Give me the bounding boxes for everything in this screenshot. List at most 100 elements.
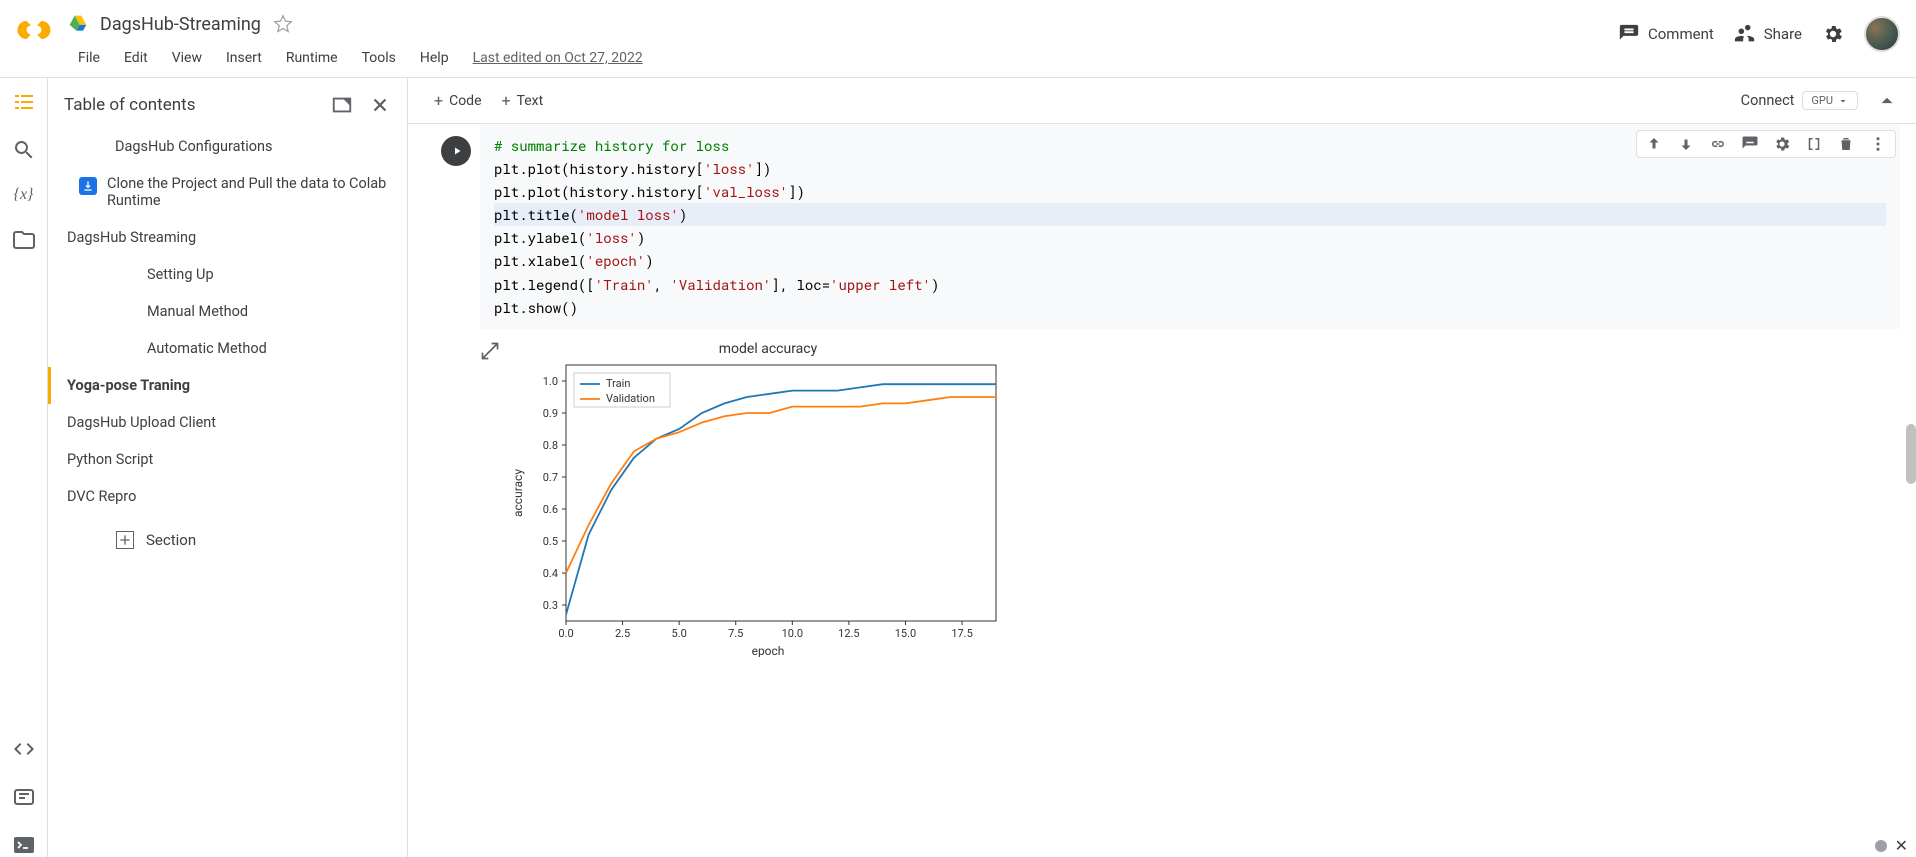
toc-item-label: DagsHub Upload Client [67, 414, 216, 431]
run-cell-button[interactable] [441, 136, 471, 166]
menu-file[interactable]: File [68, 46, 110, 70]
svg-text:Train: Train [606, 377, 630, 390]
toc-item-5[interactable]: Automatic Method [48, 330, 407, 367]
delete-cell-icon[interactable] [1837, 135, 1855, 153]
toc-item-0[interactable]: DagsHub Configurations [48, 128, 407, 165]
plus-icon [116, 531, 134, 549]
svg-text:2.5: 2.5 [615, 627, 630, 640]
move-down-icon[interactable] [1677, 135, 1695, 153]
header-right: Comment Share [1618, 16, 1900, 52]
files-rail-icon[interactable] [12, 228, 36, 252]
toc-add-section[interactable]: Section [48, 519, 407, 561]
play-icon [451, 145, 463, 157]
toc-item-label: Yoga-pose Traning [67, 377, 190, 394]
toc-newtab-icon[interactable] [331, 94, 353, 116]
toc-item-label: Python Script [67, 451, 153, 468]
menu-view[interactable]: View [162, 46, 212, 70]
settings-icon[interactable] [1822, 23, 1844, 45]
svg-text:5.0: 5.0 [672, 627, 687, 640]
menu-tools[interactable]: Tools [352, 46, 406, 70]
user-avatar[interactable] [1864, 16, 1900, 52]
app-body: {x} Table of contents DagsHub Configurat… [0, 78, 1916, 857]
notebook-title[interactable]: DagsHub-Streaming [100, 14, 261, 35]
scrollbar-thumb[interactable] [1906, 424, 1916, 484]
mirror-cell-icon[interactable] [1805, 135, 1823, 153]
svg-text:model accuracy: model accuracy [719, 341, 818, 357]
notebook-scroll[interactable]: # summarize history for lossplt.plot(his… [408, 124, 1916, 857]
cell-output: model accuracy0.30.40.50.60.70.80.91.00.… [480, 329, 1900, 657]
menu-help[interactable]: Help [410, 46, 459, 70]
variables-rail-icon[interactable]: {x} [14, 186, 34, 204]
toc-item-1[interactable]: Clone the Project and Pull the data to C… [48, 165, 407, 219]
toc-rail-icon[interactable] [12, 90, 36, 114]
toc-item-label: DagsHub Configurations [115, 138, 273, 155]
comment-label: Comment [1648, 25, 1714, 43]
terminal-rail-icon[interactable] [12, 833, 36, 857]
add-comment-icon[interactable] [1741, 135, 1759, 153]
star-icon[interactable] [273, 14, 293, 34]
svg-text:10.0: 10.0 [782, 627, 803, 640]
last-edited[interactable]: Last edited on Oct 27, 2022 [463, 46, 653, 70]
toc-item-2[interactable]: DagsHub Streaming [48, 219, 407, 256]
cell-more-icon[interactable] [1869, 135, 1887, 153]
code-cell[interactable]: # summarize history for lossplt.plot(his… [432, 124, 1900, 657]
svg-text:0.0: 0.0 [558, 627, 573, 640]
toc-item-7[interactable]: DagsHub Upload Client [48, 404, 407, 441]
expand-toolbar-icon[interactable] [1874, 88, 1900, 114]
dropdown-icon [1837, 95, 1849, 107]
cell-settings-icon[interactable] [1773, 135, 1791, 153]
app-header: DagsHub-Streaming File Edit View Insert … [0, 0, 1916, 78]
toc-item-9[interactable]: DVC Repro [48, 478, 407, 515]
svg-text:1.0: 1.0 [543, 375, 558, 388]
search-rail-icon[interactable] [12, 138, 36, 162]
link-icon[interactable] [1709, 135, 1727, 153]
plus-icon: + [434, 91, 443, 110]
share-label: Share [1764, 25, 1802, 43]
svg-text:15.0: 15.0 [895, 627, 916, 640]
svg-text:17.5: 17.5 [951, 627, 972, 640]
notebook-main: + Code + Text Connect GPU [408, 78, 1916, 857]
menu-runtime[interactable]: Runtime [276, 46, 348, 70]
toc-panel: Table of contents DagsHub Configurations… [48, 78, 408, 857]
toc-item-label: DagsHub Streaming [67, 229, 196, 246]
toc-section-label: Section [146, 531, 196, 549]
toc-item-3[interactable]: Setting Up [48, 256, 407, 293]
output-chart: model accuracy0.30.40.50.60.70.80.91.00.… [508, 337, 1008, 657]
svg-text:0.5: 0.5 [543, 535, 558, 548]
toc-close-icon[interactable] [369, 94, 391, 116]
svg-text:0.7: 0.7 [543, 471, 558, 484]
menu-bar: File Edit View Insert Runtime Tools Help… [68, 40, 1618, 76]
svg-text:accuracy: accuracy [511, 468, 525, 516]
status-bar: ✕ [1875, 836, 1908, 855]
clear-output-icon[interactable] [480, 341, 500, 361]
svg-text:7.5: 7.5 [728, 627, 743, 640]
toc-item-label: Automatic Method [147, 340, 267, 357]
toc-item-label: DVC Repro [67, 488, 136, 505]
status-indicator-icon [1875, 840, 1887, 852]
plus-icon: + [502, 91, 511, 110]
menu-insert[interactable]: Insert [216, 46, 272, 70]
snippets-rail-icon[interactable] [12, 737, 36, 761]
status-close-icon[interactable]: ✕ [1895, 836, 1908, 855]
comment-button[interactable]: Comment [1618, 23, 1714, 45]
header-main: DagsHub-Streaming File Edit View Insert … [68, 8, 1618, 76]
toc-item-4[interactable]: Manual Method [48, 293, 407, 330]
toc-item-8[interactable]: Python Script [48, 441, 407, 478]
svg-text:12.5: 12.5 [838, 627, 859, 640]
menu-edit[interactable]: Edit [114, 46, 158, 70]
add-code-label: Code [449, 93, 481, 109]
add-text-label: Text [517, 93, 544, 109]
command-rail-icon[interactable] [12, 785, 36, 809]
runtime-type-button[interactable]: GPU [1802, 91, 1858, 110]
share-button[interactable]: Share [1734, 23, 1802, 45]
toc-item-6[interactable]: Yoga-pose Traning [48, 367, 407, 404]
move-up-icon[interactable] [1645, 135, 1663, 153]
connect-button[interactable]: Connect [1733, 88, 1803, 113]
svg-text:0.3: 0.3 [543, 599, 558, 612]
svg-text:epoch: epoch [752, 644, 785, 657]
share-icon [1734, 23, 1756, 45]
toc-title: Table of contents [64, 95, 195, 115]
add-text-button[interactable]: + Text [492, 87, 554, 114]
add-code-button[interactable]: + Code [424, 87, 492, 114]
notebook-toolbar: + Code + Text Connect GPU [408, 78, 1916, 124]
